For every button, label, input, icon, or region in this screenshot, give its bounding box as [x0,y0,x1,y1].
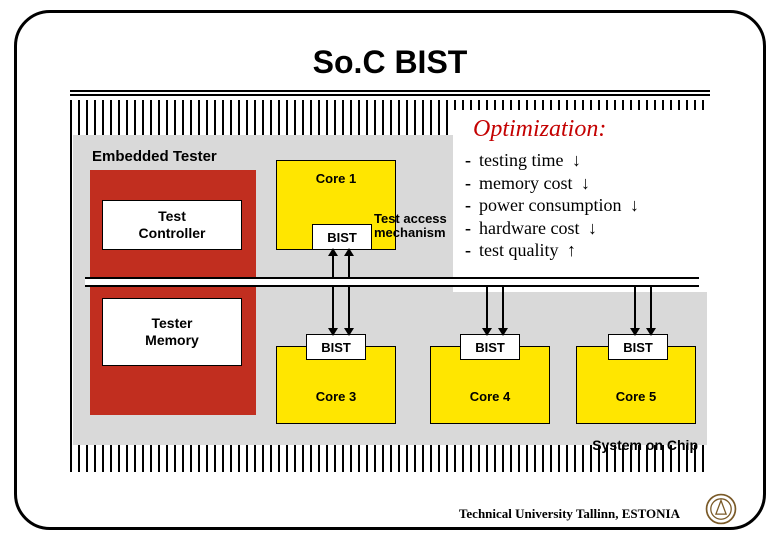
arrowhead-icon [498,328,508,336]
bist-core-5: BIST [608,334,668,360]
bullet-dash: - [465,172,479,195]
optimization-item-text: testing time ↓ [479,149,581,172]
footer-text: Technical University Tallinn, ESTONIA [0,506,780,522]
connector [502,287,504,334]
arrowhead-icon [344,248,354,256]
connector [348,287,350,334]
soc-label: System on Chip [592,437,698,453]
bullet-dash: - [465,194,479,217]
optimization-item: -testing time ↓ [465,149,713,172]
test-controller-box: Test Controller [102,200,242,250]
optimization-item-text: power consumption ↓ [479,194,639,217]
bullet-dash: - [465,217,479,240]
core-1-label: Core 1 [277,161,395,186]
bullet-dash: - [465,149,479,172]
embedded-tester-label: Embedded Tester [92,148,217,165]
optimization-item-text: memory cost ↓ [479,172,590,195]
connector [650,287,652,334]
title-rule-2 [70,94,710,96]
arrowhead-icon [344,328,354,336]
optimization-heading: Optimization: [453,110,713,149]
bist-core-1: BIST [312,224,372,250]
tester-memory-box: Tester Memory [102,298,242,366]
university-seal-icon [704,492,738,526]
slide-title: So.C BIST [0,44,780,81]
optimization-box: Optimization: -testing time ↓-memory cos… [453,110,713,292]
slide: So.C BIST Optimization: -testing time ↓-… [0,0,780,540]
optimization-item: -memory cost ↓ [465,172,713,195]
test-bus [85,277,699,287]
bullet-dash: - [465,239,479,262]
optimization-item: -hardware cost ↓ [465,217,713,240]
connector [634,287,636,334]
optimization-item-text: hardware cost ↓ [479,217,597,240]
arrowhead-icon [482,328,492,336]
arrowhead-icon [328,248,338,256]
connector [486,287,488,334]
optimization-item: -test quality ↑ [465,239,713,262]
test-access-label: Test access mechanism [374,212,447,241]
arrowhead-icon [646,328,656,336]
arrowhead-icon [328,328,338,336]
title-rule-1 [70,90,710,92]
arrowhead-icon [630,328,640,336]
optimization-list: -testing time ↓-memory cost ↓-power cons… [453,149,713,262]
connector [332,287,334,334]
bist-core-3: BIST [306,334,366,360]
test-controller-label: Test Controller [139,208,206,242]
optimization-item-text: test quality ↑ [479,239,576,262]
optimization-item: -power consumption ↓ [465,194,713,217]
tester-memory-label: Tester Memory [145,315,199,349]
bist-core-4: BIST [460,334,520,360]
